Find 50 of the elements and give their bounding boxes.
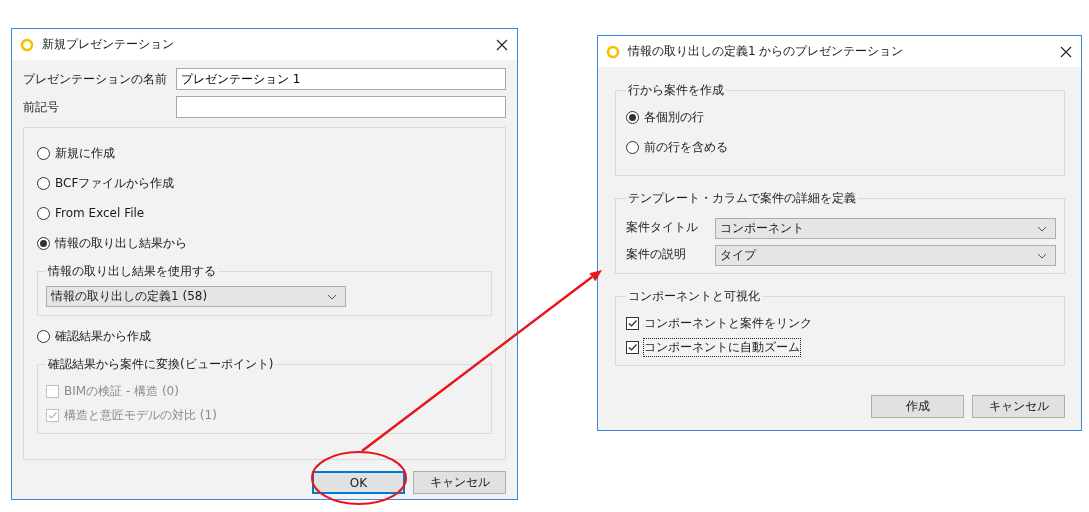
radio-label: 前の行を含める — [644, 138, 728, 156]
radio-button[interactable] — [626, 110, 639, 124]
checkbox-label: BIMの検証 - 構造 (0) — [64, 382, 179, 400]
group-title: コンポーネントと可視化 — [627, 288, 761, 305]
dropdown[interactable]: タイプ — [715, 245, 1056, 266]
dropdown[interactable]: コンポーネント — [715, 218, 1056, 239]
circle-icon — [20, 37, 34, 52]
dropdown-value: 情報の取り出しの定義1 (58) — [51, 288, 208, 305]
dropdown[interactable]: 情報の取り出しの定義1 (58) — [46, 286, 346, 307]
field-label: 案件タイトル — [626, 219, 699, 236]
field-label: プレゼンテーションの名前 — [23, 70, 168, 88]
chevron-down-icon — [1037, 252, 1047, 259]
radio-label: 新規に作成 — [55, 144, 115, 162]
dialog-button[interactable]: 作成 — [871, 395, 964, 418]
circle-icon — [606, 44, 620, 59]
dialog-button[interactable]: OK — [312, 471, 405, 494]
close-button[interactable] — [495, 37, 509, 52]
radio-label: 確認結果から作成 — [55, 327, 151, 345]
checkbox[interactable] — [626, 340, 639, 354]
radio-button[interactable] — [37, 146, 50, 160]
radio-button[interactable] — [37, 329, 50, 343]
radio-button[interactable] — [37, 236, 50, 250]
radio-button[interactable] — [37, 206, 50, 220]
radio-label: 各個別の行 — [644, 108, 704, 126]
dialog-button[interactable]: キャンセル — [413, 471, 506, 494]
radio-label: From Excel File — [55, 206, 145, 220]
field-label: 前記号 — [23, 98, 60, 116]
chevron-down-icon — [327, 293, 337, 300]
radio-label: 情報の取り出し結果から — [55, 234, 187, 252]
dropdown-value: タイプ — [720, 247, 756, 264]
group-title: 行から案件を作成 — [627, 82, 725, 99]
dropdown-value: コンポーネント — [720, 220, 804, 237]
checkbox-label: コンポーネントと案件をリンク — [644, 314, 812, 332]
group-title: 確認結果から案件に変換(ビューポイント) — [47, 356, 275, 373]
radio-button[interactable] — [626, 140, 639, 154]
checkbox-label: コンポーネントに自動ズーム — [644, 338, 800, 356]
window-title: 情報の取り出しの定義1 からのプレゼンテーション — [628, 43, 905, 60]
checkbox[interactable] — [626, 316, 639, 330]
group-title: テンプレート・カラムで案件の詳細を定義 — [627, 190, 857, 207]
dialog-button[interactable]: キャンセル — [972, 395, 1065, 418]
checkbox-label: 構造と意匠モデルの対比 (1) — [64, 406, 217, 424]
group-title: 情報の取り出し結果を使用する — [47, 263, 217, 280]
text-field[interactable] — [176, 96, 506, 118]
field-label: 案件の説明 — [626, 246, 687, 263]
radio-label: BCFファイルから作成 — [55, 174, 175, 192]
text-field[interactable]: プレゼンテーション 1 — [176, 68, 506, 90]
window-title: 新規プレゼンテーション — [42, 36, 175, 53]
radio-button[interactable] — [37, 176, 50, 190]
close-button[interactable] — [1059, 44, 1073, 59]
chevron-down-icon — [1037, 225, 1047, 232]
